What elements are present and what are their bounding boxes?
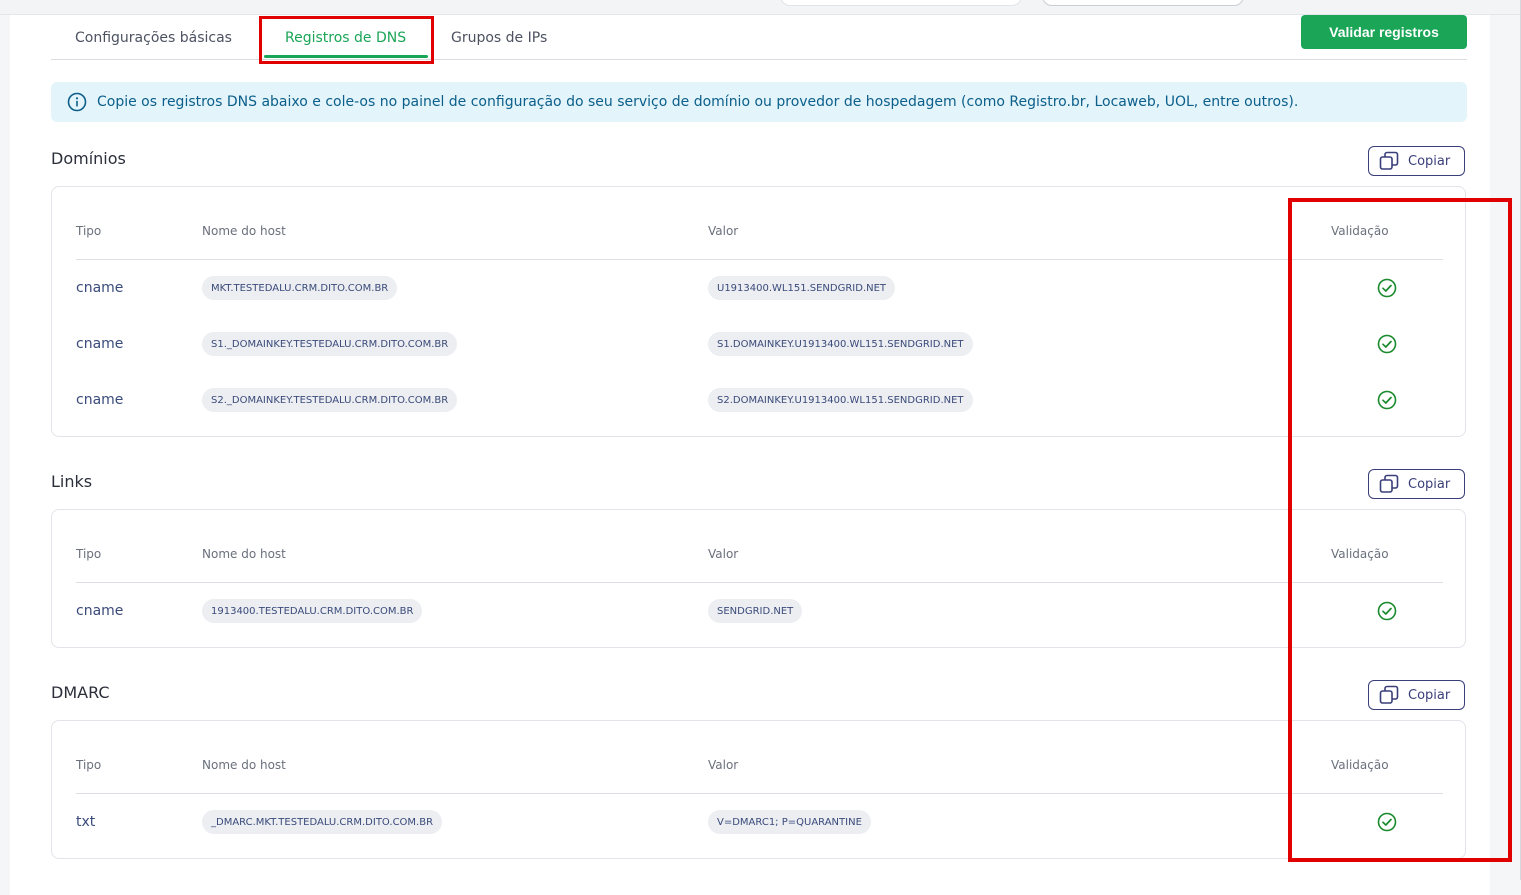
check-circle-icon	[1377, 390, 1397, 410]
tab-dns-records[interactable]: Registros de DNS	[285, 30, 406, 46]
check-circle-icon	[1377, 812, 1397, 832]
column-header-type: Tipo	[76, 224, 102, 238]
copy-button-label: Copiar	[1408, 476, 1451, 492]
value-chip: SENDGRID.NET	[708, 599, 803, 623]
top-search-field[interactable]	[780, 0, 1022, 6]
check-circle-icon	[1377, 278, 1397, 298]
row-type: cname	[76, 603, 124, 619]
info-banner-text: Copie os registros DNS abaixo e cole-os …	[97, 94, 1299, 110]
host-chip: 1913400.TESTEDALU.CRM.DITO.COM.BR	[202, 599, 423, 623]
column-header-validation: Validação	[1331, 224, 1389, 238]
row-type: cname	[76, 392, 124, 408]
copy-domains-button[interactable]: Copiar	[1368, 146, 1465, 176]
check-circle-icon	[1377, 601, 1397, 621]
column-header-host: Nome do host	[202, 547, 286, 561]
copy-links-button[interactable]: Copiar	[1368, 469, 1465, 499]
tab-basic-settings[interactable]: Configurações básicas	[75, 30, 232, 46]
section-title-links: Links	[51, 472, 93, 491]
copy-dmarc-button[interactable]: Copiar	[1368, 680, 1465, 710]
dmarc-table: Tipo Nome do host Valor Validação txt _D…	[51, 720, 1466, 859]
top-select-field[interactable]	[1042, 0, 1244, 6]
tab-bar: Configurações básicas Registros de DNS G…	[51, 16, 1467, 60]
check-circle-icon	[1377, 334, 1397, 354]
column-header-host: Nome do host	[202, 758, 286, 772]
section-title-domains: Domínios	[51, 149, 126, 168]
top-bar	[0, 0, 1521, 15]
active-tab-indicator	[264, 55, 428, 58]
copy-button-label: Copiar	[1408, 153, 1451, 169]
host-chip: _DMARC.MKT.TESTEDALU.CRM.DITO.COM.BR	[202, 810, 443, 834]
section-title-dmarc: DMARC	[51, 683, 110, 702]
host-chip: MKT.TESTEDALU.CRM.DITO.COM.BR	[202, 276, 398, 300]
value-chip: U1913400.WL151.SENDGRID.NET	[708, 276, 896, 300]
column-header-type: Tipo	[76, 758, 102, 772]
column-header-type: Tipo	[76, 547, 102, 561]
info-banner: Copie os registros DNS abaixo e cole-os …	[51, 82, 1467, 122]
copy-icon	[1379, 151, 1399, 170]
column-header-validation: Validação	[1331, 758, 1389, 772]
column-header-value: Valor	[708, 224, 739, 238]
value-chip: S1.DOMAINKEY.U1913400.WL151.SENDGRID.NET	[708, 332, 973, 356]
row-type: cname	[76, 280, 124, 296]
host-chip: S2._DOMAINKEY.TESTEDALU.CRM.DITO.COM.BR	[202, 388, 458, 412]
copy-button-label: Copiar	[1408, 687, 1451, 703]
domains-table: Tipo Nome do host Valor Validação cname …	[51, 186, 1466, 437]
value-chip: S2.DOMAINKEY.U1913400.WL151.SENDGRID.NET	[708, 388, 973, 412]
column-header-validation: Validação	[1331, 547, 1389, 561]
info-circle-icon	[67, 92, 87, 112]
row-type: cname	[76, 336, 124, 352]
tab-ip-groups[interactable]: Grupos de IPs	[451, 30, 547, 46]
copy-icon	[1379, 474, 1399, 493]
row-type: txt	[76, 814, 96, 830]
validate-records-button[interactable]: Validar registros	[1301, 15, 1467, 49]
host-chip: S1._DOMAINKEY.TESTEDALU.CRM.DITO.COM.BR	[202, 332, 458, 356]
value-chip: V=DMARC1; P=QUARANTINE	[708, 810, 871, 834]
column-header-value: Valor	[708, 547, 739, 561]
copy-icon	[1379, 685, 1399, 704]
column-header-value: Valor	[708, 758, 739, 772]
links-table: Tipo Nome do host Valor Validação cname …	[51, 509, 1466, 648]
header-divider	[76, 259, 1443, 260]
header-divider	[76, 582, 1443, 583]
column-header-host: Nome do host	[202, 224, 286, 238]
header-divider	[76, 793, 1443, 794]
